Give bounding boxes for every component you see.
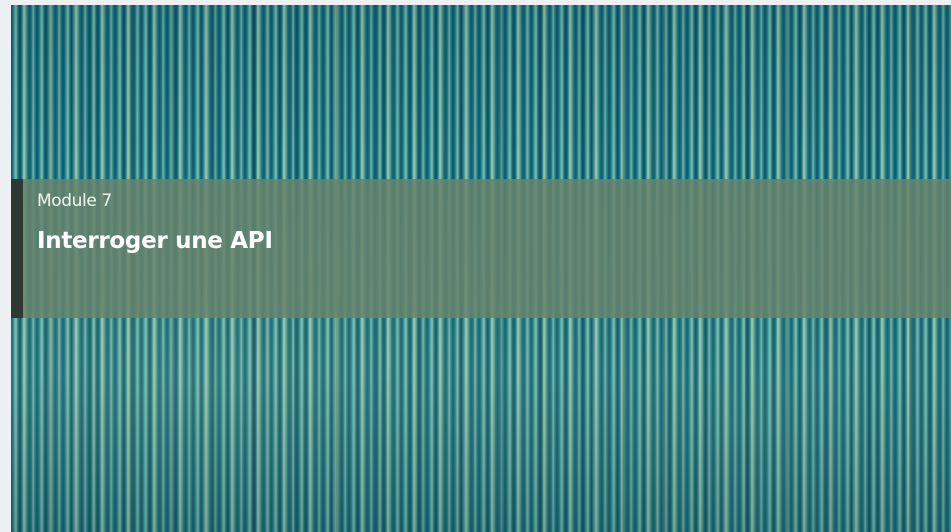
accent-bar bbox=[11, 179, 23, 318]
title-slide: Module 7 Interroger une API bbox=[11, 5, 951, 532]
module-title: Interroger une API bbox=[37, 228, 273, 254]
module-label: Module 7 bbox=[37, 191, 112, 211]
title-band: Module 7 Interroger une API bbox=[11, 179, 951, 318]
